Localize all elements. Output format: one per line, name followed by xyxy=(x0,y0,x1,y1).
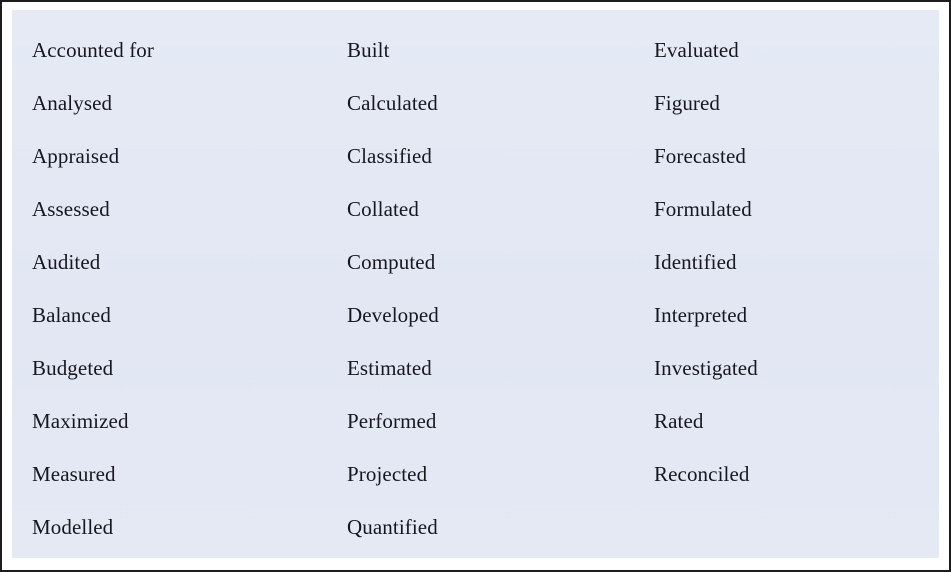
verb-item: Evaluated xyxy=(654,38,739,62)
verb-item: Audited xyxy=(32,250,101,274)
verb-item: Budgeted xyxy=(32,356,114,380)
verb-item: Appraised xyxy=(32,144,120,168)
verb-item: Computed xyxy=(347,250,436,274)
verb-item: Reconciled xyxy=(654,462,750,486)
verb-item: Maximized xyxy=(32,409,129,433)
verb-item: Rated xyxy=(654,409,704,433)
verb-list-panel: Accounted for Built Evaluated Analysed C… xyxy=(12,10,939,558)
verb-item: Formulated xyxy=(654,197,752,221)
verb-item: Built xyxy=(347,38,390,62)
verb-item: Interpreted xyxy=(654,303,748,327)
verb-item: Identified xyxy=(654,250,737,274)
verb-item: Performed xyxy=(347,409,437,433)
verb-item: Forecasted xyxy=(654,144,746,168)
verb-item: Modelled xyxy=(32,515,114,539)
verb-item: Investigated xyxy=(654,356,758,380)
verb-grid: Accounted for Built Evaluated Analysed C… xyxy=(12,24,939,554)
verb-item: Classified xyxy=(347,144,432,168)
verb-item: Assessed xyxy=(32,197,110,221)
outer-frame: Accounted for Built Evaluated Analysed C… xyxy=(0,0,951,572)
verb-item: Analysed xyxy=(32,91,113,115)
verb-item: Developed xyxy=(347,303,439,327)
verb-item: Accounted for xyxy=(32,38,154,62)
verb-item: Estimated xyxy=(347,356,432,380)
verb-item: Measured xyxy=(32,462,116,486)
verb-item: Balanced xyxy=(32,303,111,327)
verb-item: Projected xyxy=(347,462,428,486)
verb-item: Quantified xyxy=(347,515,438,539)
verb-item: Figured xyxy=(654,91,721,115)
verb-item: Calculated xyxy=(347,91,438,115)
verb-item: Collated xyxy=(347,197,419,221)
